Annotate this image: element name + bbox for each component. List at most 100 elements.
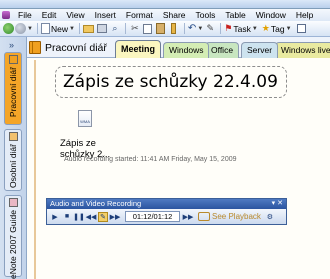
notebook-color-icon	[9, 132, 18, 141]
copy-button[interactable]	[142, 22, 154, 35]
audio-file-name-line: Zápis ze	[60, 138, 96, 149]
toolbar-separator	[183, 23, 185, 34]
page-title[interactable]: Zápis ze schůzky 22.4.09	[63, 72, 278, 92]
recording-settings-button[interactable]: ⚙	[265, 212, 275, 222]
red-flag-icon: ⚑	[224, 23, 233, 33]
paste-icon	[156, 23, 166, 34]
tab-label: Windows	[169, 45, 204, 55]
notebook-icon	[29, 41, 41, 54]
tab-label: Server	[247, 45, 273, 55]
tab-label: Windows live	[281, 45, 330, 55]
see-playback-button[interactable]: See Playback	[198, 212, 261, 221]
back-button[interactable]	[2, 22, 14, 35]
menu-bar: File Edit View Insert Format Share Tools…	[0, 9, 330, 21]
paste-button[interactable]	[155, 22, 167, 35]
section-tabs-bar: Pracovní diář Windows live Server Office…	[27, 37, 330, 59]
chevron-down-icon: ▼	[27, 25, 33, 32]
notebook-tab-pracovni-diar[interactable]: Pracovní diář	[4, 52, 22, 125]
notebook-tab-osobni-diar[interactable]: Osobní diář	[4, 129, 22, 191]
fast-forward-button[interactable]: ▶▶	[110, 212, 121, 222]
format-painter-button[interactable]	[168, 22, 180, 35]
chevron-down-icon: ▼	[285, 25, 292, 32]
menu-view[interactable]: View	[61, 9, 89, 21]
chevron-down-icon: ▼	[68, 25, 75, 32]
rewind-button[interactable]: ◀◀	[86, 212, 97, 222]
cut-button[interactable]: ✂	[129, 22, 141, 35]
pen-icon: ✎	[206, 23, 215, 33]
skip-forward-icon: ▶▶	[182, 213, 194, 221]
recording-time-display: 01:12/01:12	[125, 211, 180, 222]
expand-navigation-icon[interactable]: »	[9, 40, 14, 50]
pause-icon: ❚❚	[73, 213, 85, 221]
new-page-icon	[40, 23, 50, 34]
skip-forward-button[interactable]: ▶▶	[182, 212, 194, 222]
menu-insert[interactable]: Insert	[90, 9, 121, 21]
tag-star-icon: ★	[261, 23, 270, 33]
tags-more-button[interactable]	[296, 22, 308, 35]
toolbar-options-icon[interactable]: ▾ ✕	[272, 199, 283, 209]
window-title-bar	[0, 0, 330, 9]
menu-tools[interactable]: Tools	[191, 9, 221, 21]
notebook-color-icon	[9, 55, 18, 64]
pen-button[interactable]: ✎	[204, 22, 216, 35]
audio-video-recording-toolbar: Audio and Video Recording ▾ ✕ ▶ ■ ❚❚ ◀◀ …	[46, 198, 287, 225]
undo-button[interactable]: ↶ ▼	[188, 22, 203, 35]
notebook-label: Pracovní diář	[8, 67, 18, 118]
toolbar-separator	[124, 23, 126, 34]
menu-window[interactable]: Window	[251, 9, 291, 21]
stop-button[interactable]: ■	[62, 212, 72, 222]
play-icon: ▶	[52, 213, 58, 221]
tab-windows[interactable]: Windows	[163, 42, 210, 58]
playback-icon	[198, 212, 210, 221]
scissors-icon: ✂	[131, 23, 139, 33]
notebook-navigation-bar: » Pracovní diář Osobní diář OneNote 2007…	[0, 37, 27, 279]
tab-label: Meeting	[121, 44, 156, 54]
page-canvas[interactable]: Zápis ze schůzky 22.4.09 WMA Zápis ze sc…	[27, 58, 330, 279]
tab-meeting[interactable]: Meeting	[115, 40, 162, 59]
menu-format[interactable]: Format	[121, 9, 158, 21]
printer-icon	[96, 24, 107, 33]
stop-icon: ■	[64, 213, 70, 220]
menu-file[interactable]: File	[13, 9, 37, 21]
file-type-label: WMA	[80, 119, 90, 124]
format-painter-icon	[171, 23, 177, 34]
open-button[interactable]	[83, 22, 95, 35]
tab-server[interactable]: Server	[241, 42, 279, 58]
notebook-color-icon	[9, 198, 18, 207]
chevron-down-icon: ▼	[251, 25, 258, 32]
tab-office[interactable]: Office	[205, 42, 240, 58]
notebook-label: OneNote 2007 Guide	[8, 210, 18, 279]
pen-icon: ✎	[100, 213, 106, 221]
pause-button[interactable]: ❚❚	[73, 212, 85, 222]
menu-table[interactable]: Table	[220, 9, 250, 21]
tag-button[interactable]: ★ Tag ▼	[262, 22, 292, 35]
audio-file-icon[interactable]: WMA	[78, 110, 92, 127]
tag-checkbox-icon	[297, 24, 307, 33]
toolbar-separator	[220, 23, 222, 34]
menu-share[interactable]: Share	[158, 9, 191, 21]
recording-toolbar-title: Audio and Video Recording	[50, 199, 142, 208]
menu-edit[interactable]: Edit	[37, 9, 62, 21]
notebook-tab-onenote-guide[interactable]: OneNote 2007 Guide	[4, 195, 22, 279]
forward-button[interactable]: ▼	[15, 22, 33, 35]
new-button-label: New	[50, 23, 68, 34]
task-button[interactable]: ⚑ Task ▼	[224, 22, 258, 35]
settings-icon: ⚙	[266, 213, 274, 221]
print-button[interactable]	[96, 22, 108, 35]
play-button[interactable]: ▶	[50, 212, 60, 222]
pen-playback-button[interactable]: ✎	[98, 211, 108, 222]
copy-icon	[143, 23, 153, 34]
standard-toolbar: ▼ New ▼ ⌕ ✂ ↶ ▼ ✎ ⚑ Task ▼ ★ Tag ▼	[0, 21, 330, 37]
task-button-label: Task	[233, 23, 251, 34]
onenote-app-icon[interactable]	[2, 11, 10, 19]
toolbar-separator	[36, 23, 38, 34]
tab-label: Office	[211, 45, 234, 55]
notebook-label: Osobní diář	[8, 144, 18, 188]
see-playback-label: See Playback	[212, 212, 261, 221]
recording-toolbar-header[interactable]: Audio and Video Recording ▾ ✕	[47, 199, 286, 209]
undo-icon: ↶	[187, 23, 197, 34]
menu-help[interactable]: Help	[291, 9, 318, 21]
new-page-button[interactable]: New ▼	[40, 22, 75, 35]
search-button[interactable]: ⌕	[109, 22, 121, 35]
tab-windows-live[interactable]: Windows live	[275, 42, 330, 58]
